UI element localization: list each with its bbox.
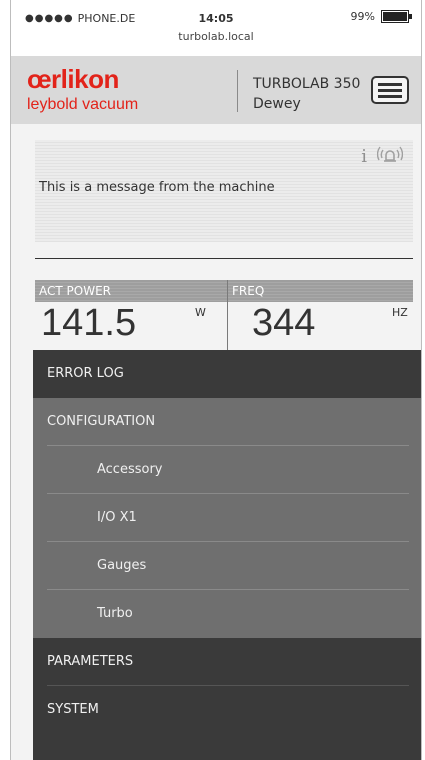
- status-bar: ●●●●● PHONE.DE 14:05 turbolab.local 99%: [11, 0, 421, 56]
- address-bar-url[interactable]: turbolab.local: [11, 30, 421, 43]
- metric-value: 344: [252, 302, 316, 344]
- device-model: TURBOLAB 350: [253, 76, 361, 92]
- menu-item-parameters[interactable]: PARAMETERS: [33, 638, 421, 686]
- submenu-item-io-x1[interactable]: I/O X1: [33, 494, 421, 542]
- hamburger-icon-bar: [378, 82, 402, 86]
- phone-frame: ●●●●● PHONE.DE 14:05 turbolab.local 99% …: [10, 0, 422, 760]
- menu-item-configuration[interactable]: CONFIGURATION: [33, 398, 421, 446]
- app-header: œrlikon leybold vacuum TURBOLAB 350 Dewe…: [11, 56, 421, 124]
- info-icon[interactable]: i: [361, 146, 367, 167]
- machine-message: This is a message from the machine: [39, 180, 275, 195]
- menu-group-configuration: CONFIGURATION Accessory I/O X1 Gauges Tu…: [33, 398, 421, 638]
- battery-icon: [381, 10, 412, 23]
- menu-item-error-log[interactable]: ERROR LOG: [33, 350, 421, 398]
- hamburger-icon-bar: [378, 94, 402, 98]
- battery-status: 99%: [350, 10, 412, 23]
- metric-unit: W: [195, 306, 206, 319]
- metric-act-power: ACT POWER 141.5 W: [35, 280, 227, 350]
- alarm-icon[interactable]: [377, 144, 403, 166]
- metric-label: FREQ: [228, 280, 413, 302]
- metric-freq: FREQ 344 HZ: [228, 280, 413, 350]
- metric-label: ACT POWER: [35, 280, 227, 302]
- battery-percent: 99%: [350, 10, 375, 23]
- header-divider: [237, 70, 238, 112]
- section-divider: [35, 258, 413, 259]
- message-panel: i This is a message from the machine: [35, 140, 413, 242]
- device-name: Dewey: [253, 96, 301, 112]
- brand-logo-subtitle: leybold vacuum: [27, 96, 139, 113]
- metric-value: 141.5: [41, 302, 137, 344]
- metric-unit: HZ: [392, 306, 408, 319]
- brand-logo-name: œrlikon: [27, 64, 119, 94]
- hamburger-icon-bar: [378, 88, 402, 92]
- hamburger-menu-button[interactable]: [371, 76, 409, 104]
- submenu-item-accessory[interactable]: Accessory: [33, 446, 421, 494]
- submenu-item-turbo[interactable]: Turbo: [33, 590, 421, 638]
- submenu-item-gauges[interactable]: Gauges: [33, 542, 421, 590]
- menu-item-system[interactable]: SYSTEM: [33, 686, 421, 734]
- navigation-menu: ERROR LOG CONFIGURATION Accessory I/O X1…: [33, 350, 421, 760]
